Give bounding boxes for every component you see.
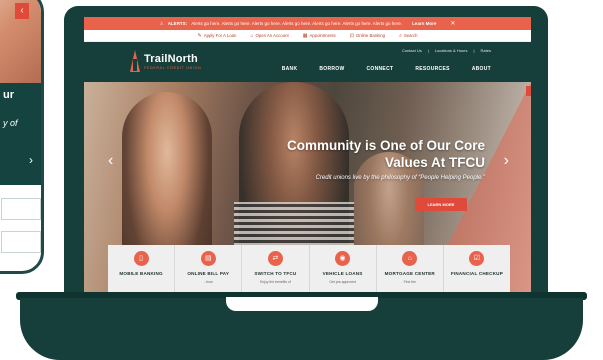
- tile-label: FINANCIAL CHECKUP: [450, 271, 503, 276]
- hero-title: Community is One of Our Core Values At T…: [286, 138, 485, 170]
- phone-prev-button[interactable]: ‹: [15, 3, 29, 19]
- switch-icon: ⇄: [267, 251, 283, 266]
- tile-label: MORTGAGE CENTER: [384, 271, 435, 276]
- nav-locations-hours[interactable]: Locations & Hours: [435, 48, 468, 53]
- phone-mockup: ‹ ur y of ›: [0, 0, 44, 274]
- utility-label: Open An Account: [255, 32, 289, 38]
- phone-input-field[interactable]: [1, 231, 41, 253]
- bank-icon: ⌂: [250, 32, 254, 39]
- nav-rates[interactable]: Rates: [481, 48, 491, 53]
- tile-desc: ...from: [203, 280, 214, 284]
- car-icon: ◉: [335, 251, 351, 266]
- tile-label: ONLINE BILL PAY: [187, 271, 230, 276]
- utility-apply-loan[interactable]: ✎ Apply For A Loan: [198, 33, 237, 39]
- utility-search[interactable]: ⌕ Search: [399, 33, 417, 39]
- primary-nav: BANK BORROW CONNECT RESOURCES ABOUT: [282, 66, 491, 72]
- close-icon[interactable]: ✕: [450, 20, 455, 27]
- chevron-left-icon: ‹: [20, 5, 24, 16]
- main-nav: TrailNorth FEDERAL CREDIT UNION Contact …: [84, 42, 531, 82]
- checklist-icon: ☑: [469, 251, 485, 266]
- logo[interactable]: TrailNorth FEDERAL CREDIT UNION: [130, 50, 201, 72]
- nav-item-resources[interactable]: RESOURCES: [415, 66, 449, 72]
- calendar-icon: ▦: [302, 32, 308, 39]
- device-mockup: ‹ ur y of › ⚠ ALERTS: Alerts go here. Al…: [0, 0, 603, 360]
- learn-more-button[interactable]: LEARN MORE: [415, 198, 467, 211]
- utility-appointments[interactable]: ▦ Appointments: [303, 33, 336, 39]
- utility-open-account[interactable]: ⌂ Open An Account: [250, 33, 288, 39]
- alert-bar: ⚠ ALERTS: Alerts go here. Alerts go here…: [84, 17, 531, 30]
- laptop-screen: ⚠ ALERTS: Alerts go here. Alerts go here…: [84, 17, 531, 297]
- tile-mortgage-center[interactable]: ⌂ MORTGAGE CENTER Find the: [376, 245, 444, 297]
- tile-desc: Enjoy the benefits of: [260, 280, 291, 284]
- tile-switch-to-tfcu[interactable]: ⇄ SWITCH TO TFCU Enjoy the benefits of: [242, 245, 310, 297]
- utility-label: Appointments: [309, 32, 336, 38]
- alert-text: Alerts go here. Alerts go here. Alerts g…: [191, 21, 403, 26]
- utility-label: Online Banking: [355, 32, 386, 38]
- tile-desc: Get pre-approved: [329, 280, 356, 284]
- lock-icon: ⊡: [349, 32, 354, 39]
- quick-links: ▯ MOBILE BANKING ▤ ONLINE BILL PAY ...fr…: [108, 245, 511, 297]
- hero-banner: ‹ › Community is One of Our Core Values …: [84, 82, 531, 297]
- phone-panel-text: y of: [3, 118, 18, 128]
- logo-text: TrailNorth FEDERAL CREDIT UNION: [144, 53, 201, 70]
- nav-divider: |: [473, 48, 475, 53]
- chevron-right-icon[interactable]: ›: [29, 153, 33, 167]
- search-icon: ⌕: [399, 32, 402, 39]
- tile-mobile-banking[interactable]: ▯ MOBILE BANKING: [108, 245, 176, 297]
- phone-panel-heading: ur: [3, 89, 14, 101]
- tile-desc: Find the: [403, 280, 416, 284]
- chevron-left-icon[interactable]: ‹: [108, 152, 113, 170]
- warning-icon: ⚠: [159, 20, 164, 26]
- house-icon: ⌂: [402, 251, 418, 266]
- hero-side-tab[interactable]: [526, 86, 531, 96]
- utility-online-banking[interactable]: ⊡ Online Banking: [350, 33, 385, 39]
- alert-learn-more-link[interactable]: Learn More: [412, 21, 436, 26]
- nav-item-connect[interactable]: CONNECT: [367, 66, 394, 72]
- nav-divider: |: [427, 48, 429, 53]
- tile-financial-checkup[interactable]: ☑ FINANCIAL CHECKUP: [443, 245, 511, 297]
- logo-name: TrailNorth: [144, 52, 198, 65]
- utility-label: Search: [403, 32, 418, 38]
- chevron-right-icon[interactable]: ›: [504, 152, 509, 170]
- tile-label: VEHICLE LOANS: [322, 271, 363, 276]
- utility-bar: ✎ Apply For A Loan ⌂ Open An Account ▦ Appo…: [84, 30, 531, 42]
- pencil-icon: ✎: [197, 32, 202, 39]
- mobile-icon: ▯: [133, 251, 149, 266]
- hero-subtitle: Credit unions live by the philosophy of …: [315, 175, 485, 181]
- nav-item-borrow[interactable]: BORROW: [319, 66, 344, 72]
- logo-mark-icon: [130, 50, 140, 72]
- tile-label: SWITCH TO TFCU: [254, 271, 297, 276]
- phone-hero-panel: ur y of ›: [0, 83, 41, 185]
- tile-vehicle-loans[interactable]: ◉ VEHICLE LOANS Get pre-approved: [309, 245, 377, 297]
- nav-item-bank[interactable]: BANK: [282, 66, 298, 72]
- phone-input-field[interactable]: [1, 198, 41, 220]
- laptop-notch: [226, 297, 378, 311]
- tile-online-bill-pay[interactable]: ▤ ONLINE BILL PAY ...from: [175, 245, 243, 297]
- secondary-nav: Contact Us | Locations & Hours | Rates: [402, 48, 491, 53]
- alert-label: ALERTS:: [167, 21, 188, 26]
- nav-contact-us[interactable]: Contact Us: [402, 48, 422, 53]
- bill-icon: ▤: [200, 251, 216, 266]
- nav-item-about[interactable]: ABOUT: [472, 66, 491, 72]
- utility-label: Apply For A Loan: [203, 32, 237, 38]
- tile-label: MOBILE BANKING: [119, 271, 163, 276]
- logo-tagline: FEDERAL CREDIT UNION: [144, 65, 202, 70]
